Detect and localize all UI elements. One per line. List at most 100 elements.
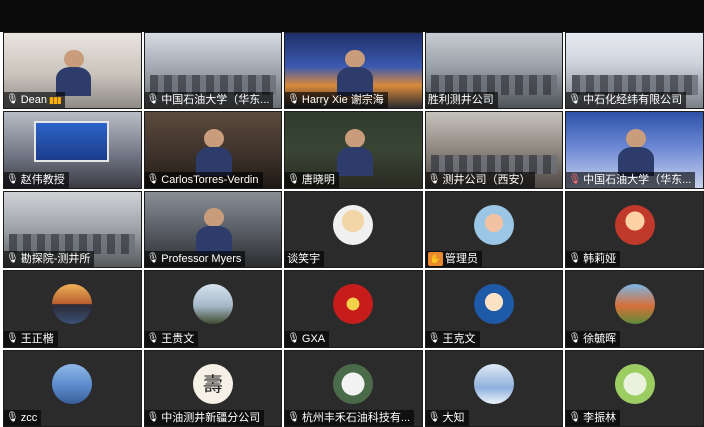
profile-avatar: 壽	[192, 363, 233, 404]
participant-gallery-grid: 🎙 Dean ▮▮▮ 🎙 中国石油大学（华东... 🎙 Harry Xie 谢宗…	[3, 32, 704, 427]
microphone-icon: 🎙	[287, 412, 300, 423]
participant-name: 中石化经纬有限公司	[583, 94, 683, 107]
profile-avatar	[614, 363, 655, 404]
participant-name-label: 🎙 GXA	[285, 330, 330, 347]
profile-avatar	[614, 284, 655, 325]
microphone-icon: 🎙	[427, 173, 441, 185]
participant-name-label: 🎙 徐毓晖	[566, 330, 621, 347]
participant-tile[interactable]: ✋ 管理员	[424, 190, 564, 269]
microphone-icon: 🎙	[6, 94, 19, 106]
participant-name: 王贵文	[161, 332, 195, 345]
microphone-icon: 🎙	[6, 173, 19, 185]
microphone-icon: 🎙	[427, 412, 441, 423]
microphone-icon: 🎙	[146, 253, 160, 265]
participant-tile[interactable]: 谈笑宇	[284, 190, 423, 269]
profile-avatar	[52, 284, 93, 325]
microphone-muted-icon: 🎙	[568, 173, 582, 185]
participant-name-label: 🎙 唐晓明	[285, 171, 339, 188]
participant-name-label: 🎙 Harry Xie 谢宗海	[285, 92, 388, 109]
participant-tile[interactable]: 🎙 王正楷	[3, 270, 142, 348]
microphone-icon: 🎙	[427, 332, 441, 344]
participant-name: 测井公司（西安）	[442, 173, 531, 186]
participant-name: 大知	[442, 412, 465, 424]
meeting-top-bar	[0, 0, 704, 32]
participant-figure	[196, 128, 232, 176]
participant-name: zcc	[20, 412, 38, 424]
participant-tile[interactable]: 🎙 中石化经纬有限公司	[565, 32, 704, 110]
microphone-icon: 🎙	[146, 412, 160, 423]
video-conference-window: 🎙 Dean ▮▮▮ 🎙 中国石油大学（华东... 🎙 Harry Xie 谢宗…	[0, 0, 704, 427]
presentation-screen	[34, 121, 110, 162]
participant-name: 管理员	[445, 253, 479, 266]
participant-tile[interactable]: 🎙 Harry Xie 谢宗海	[284, 32, 423, 110]
participant-tile[interactable]: 壽 🎙 中油测井新疆分公司	[143, 349, 283, 427]
microphone-icon: 🎙	[287, 332, 300, 344]
participant-name-label: 🎙 李振林	[566, 410, 621, 426]
participant-name-label: 🎙 中国石油大学（华东...	[144, 92, 274, 109]
participant-name-label: 🎙 杭州丰禾石油科技有...	[285, 410, 415, 426]
participant-tile[interactable]: 🎙 中国石油大学（华东...	[565, 111, 704, 189]
avatar-glyph: 壽	[202, 371, 223, 396]
participant-name: Harry Xie 谢宗海	[301, 94, 384, 107]
participant-name-label: 🎙 Professor Myers	[144, 251, 246, 268]
participant-tile[interactable]: 🎙 唐晓明	[284, 111, 423, 189]
profile-avatar	[474, 204, 515, 245]
participant-tile[interactable]: 🎙 王克文	[424, 270, 564, 348]
participant-name-label: 🎙 Dean ▮▮▮	[4, 92, 65, 109]
participant-tile[interactable]: 🎙 zcc	[3, 349, 142, 427]
participant-name-label: 🎙 韩莉娅	[566, 251, 621, 268]
participant-name-label: 🎙 中石化经纬有限公司	[566, 92, 687, 109]
participant-tile[interactable]: 🎙 大知	[424, 349, 564, 427]
profile-avatar	[474, 284, 515, 325]
participant-tile[interactable]: 🎙 徐毓晖	[565, 270, 704, 348]
participant-tile[interactable]: 🎙 勘探院-测井所	[3, 190, 142, 269]
participant-name: CarlosTorres-Verdin	[161, 173, 259, 186]
microphone-icon: 🎙	[287, 94, 300, 106]
participant-tile[interactable]: 🎙 赵伟教授	[3, 111, 142, 189]
participant-tile[interactable]: 🎙 韩莉娅	[565, 190, 704, 269]
profile-avatar	[333, 284, 374, 325]
participant-tile[interactable]: 🎙 测井公司（西安）	[424, 111, 564, 189]
microphone-icon: 🎙	[146, 94, 160, 106]
participant-tile[interactable]: 🎙 王贵文	[143, 270, 283, 348]
participant-name: 中油测井新疆分公司	[161, 412, 261, 424]
profile-avatar	[52, 363, 93, 404]
participant-figure	[337, 49, 373, 97]
participant-name: 谈笑宇	[287, 253, 321, 266]
participant-name-label: ✋ 管理员	[425, 251, 483, 268]
participant-name: Dean	[20, 94, 47, 107]
participant-tile[interactable]: 🎙 Dean ▮▮▮	[3, 32, 142, 110]
participant-figure	[55, 49, 92, 97]
participant-name-label: 🎙 CarlosTorres-Verdin	[144, 171, 263, 188]
raised-hand-icon: ✋	[427, 252, 444, 267]
microphone-icon: 🎙	[287, 173, 300, 185]
microphone-icon: 🎙	[568, 94, 582, 106]
participant-tile[interactable]: 胜利测井公司	[424, 32, 564, 110]
participant-name-label: 🎙 测井公司（西安）	[425, 171, 535, 188]
participant-name-label: 🎙 王正楷	[4, 330, 58, 347]
participant-name: 王正楷	[20, 332, 54, 345]
profile-avatar	[333, 204, 374, 245]
participant-name: Professor Myers	[161, 253, 242, 266]
microphone-icon: 🎙	[568, 412, 582, 423]
participant-tile[interactable]: 🎙 GXA	[284, 270, 423, 348]
participant-name-label: 胜利测井公司	[425, 92, 498, 109]
microphone-icon: 🎙	[568, 253, 582, 265]
signal-bars-icon: ▮▮▮	[49, 95, 62, 106]
participant-figure	[618, 128, 654, 176]
participant-tile[interactable]: 🎙 CarlosTorres-Verdin	[143, 111, 283, 189]
participant-tile[interactable]: 🎙 Professor Myers	[143, 190, 283, 269]
participant-figure	[196, 208, 232, 256]
profile-avatar	[333, 363, 374, 404]
microphone-icon: 🎙	[568, 332, 582, 344]
participant-name-label: 谈笑宇	[285, 251, 325, 268]
participant-tile[interactable]: 🎙 中国石油大学（华东...	[143, 32, 283, 110]
participant-tile[interactable]: 🎙 杭州丰禾石油科技有...	[284, 349, 423, 427]
profile-avatar	[614, 204, 655, 245]
participant-name-label: 🎙 中油测井新疆分公司	[144, 410, 265, 426]
participant-tile[interactable]: 🎙 李振林	[565, 349, 704, 427]
participant-name: 赵伟教授	[20, 173, 65, 186]
participant-name: 中国石油大学（华东...	[583, 173, 692, 186]
microphone-icon: 🎙	[6, 253, 19, 265]
profile-avatar	[192, 284, 233, 325]
